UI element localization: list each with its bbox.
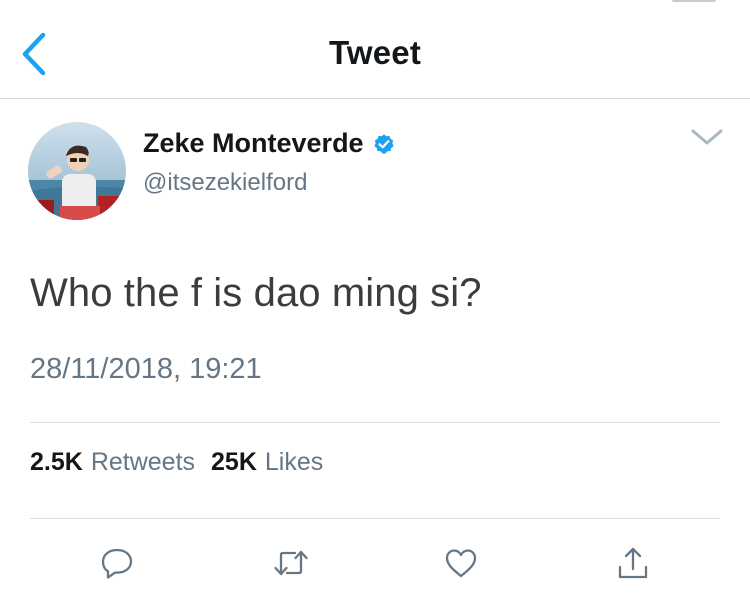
tweet-stats: 2.5K Retweets 25K Likes bbox=[30, 448, 323, 477]
like-button[interactable] bbox=[438, 540, 484, 586]
avatar[interactable] bbox=[28, 122, 126, 220]
divider bbox=[30, 422, 720, 423]
more-options-button[interactable] bbox=[690, 126, 724, 150]
likes-stat[interactable]: 25K Likes bbox=[211, 448, 323, 477]
reply-icon bbox=[101, 548, 133, 579]
verified-badge-icon bbox=[373, 133, 394, 154]
author-handle[interactable]: @itsezekielford bbox=[143, 169, 307, 197]
page-title: Tweet bbox=[328, 34, 422, 71]
author-display-name: Zeke Monteverde bbox=[143, 128, 364, 158]
tweet-action-bar bbox=[0, 540, 750, 586]
avatar-photo bbox=[28, 122, 126, 220]
tweet-text: Who the f is dao ming si? bbox=[30, 271, 482, 315]
likes-count: 25K bbox=[211, 448, 257, 476]
retweets-stat[interactable]: 2.5K Retweets bbox=[30, 448, 195, 477]
likes-label: Likes bbox=[264, 448, 324, 476]
chevron-down-icon bbox=[691, 129, 723, 145]
retweet-button[interactable] bbox=[268, 540, 314, 586]
share-icon bbox=[618, 547, 648, 579]
tweet-detail-screen: Tweet Zeke Monteverde @itsezekielford Wh… bbox=[0, 0, 750, 606]
share-button[interactable] bbox=[610, 540, 656, 586]
divider bbox=[30, 518, 720, 519]
tweet-timestamp: 28/11/2018, 19:21 bbox=[30, 353, 262, 385]
navigation-bar: Tweet bbox=[0, 0, 750, 99]
author-name-row[interactable]: Zeke Monteverde bbox=[143, 128, 395, 159]
retweet-icon bbox=[274, 550, 308, 576]
retweets-count: 2.5K bbox=[30, 448, 83, 476]
heart-icon bbox=[445, 549, 477, 578]
status-indicator bbox=[672, 0, 716, 2]
reply-button[interactable] bbox=[94, 540, 140, 586]
retweets-label: Retweets bbox=[90, 448, 196, 476]
